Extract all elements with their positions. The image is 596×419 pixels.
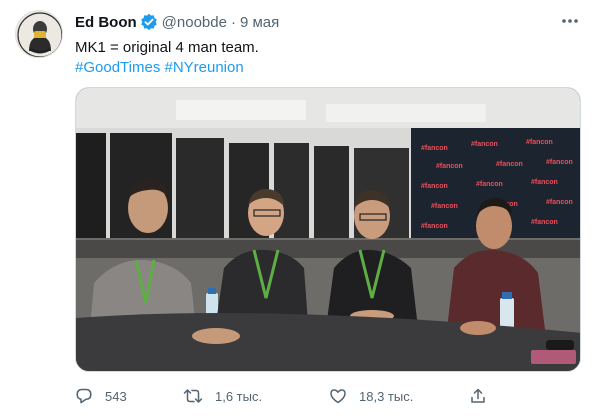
- svg-text:#fancon: #fancon: [471, 141, 498, 148]
- svg-text:#fancon: #fancon: [496, 161, 523, 168]
- hashtag-goodtimes[interactable]: #GoodTimes: [75, 59, 160, 76]
- reply-count: 543: [105, 388, 127, 404]
- share-icon: [471, 388, 485, 403]
- retweet-button[interactable]: 1,6 тыс.: [183, 387, 329, 405]
- tweet-text-line: MK1 = original 4 man team.: [75, 39, 259, 56]
- svg-text:#fancon: #fancon: [421, 183, 448, 190]
- tweet-photo[interactable]: #fancon #fancon #fancon #fancon #fancon …: [75, 87, 581, 372]
- svg-text:#fancon: #fancon: [546, 199, 573, 206]
- more-dots-icon: [562, 19, 578, 23]
- reply-icon: [76, 388, 92, 404]
- hashtag-nyreunion[interactable]: #NYreunion: [164, 59, 243, 76]
- verified-badge-icon: [140, 13, 158, 31]
- share-button[interactable]: [469, 387, 509, 405]
- svg-text:#fancon: #fancon: [431, 203, 458, 210]
- heart-icon: [330, 389, 346, 404]
- svg-text:#fancon: #fancon: [421, 145, 448, 152]
- svg-text:#fancon: #fancon: [531, 219, 558, 226]
- tweet-actions: 543 1,6 тыс. 18,3 тыс.: [75, 384, 515, 408]
- svg-text:#fancon: #fancon: [546, 159, 573, 166]
- tweet[interactable]: Ed Boon @noobde · 9 мая MK1 = original 4…: [0, 0, 596, 419]
- reply-button[interactable]: 543: [75, 387, 183, 405]
- svg-text:#fancon: #fancon: [526, 139, 553, 146]
- svg-text:#fancon: #fancon: [436, 163, 463, 170]
- like-count: 18,3 тыс.: [359, 388, 414, 404]
- tweet-header: Ed Boon @noobde · 9 мая: [75, 12, 279, 32]
- tweet-text: MK1 = original 4 man team. #GoodTimes #N…: [75, 38, 575, 78]
- svg-text:#fancon: #fancon: [476, 181, 503, 188]
- svg-text:#fancon: #fancon: [531, 179, 558, 186]
- like-button[interactable]: 18,3 тыс.: [329, 387, 469, 405]
- svg-text:#fancon: #fancon: [421, 223, 448, 230]
- avatar[interactable]: [15, 10, 63, 58]
- author-display-name[interactable]: Ed Boon: [75, 14, 137, 31]
- time-separator: ·: [230, 13, 236, 31]
- author-handle[interactable]: @noobde: [162, 14, 227, 31]
- retweet-count: 1,6 тыс.: [215, 388, 263, 404]
- more-options-button[interactable]: [558, 11, 582, 31]
- retweet-icon: [183, 389, 203, 403]
- tweet-timestamp[interactable]: 9 мая: [240, 14, 279, 31]
